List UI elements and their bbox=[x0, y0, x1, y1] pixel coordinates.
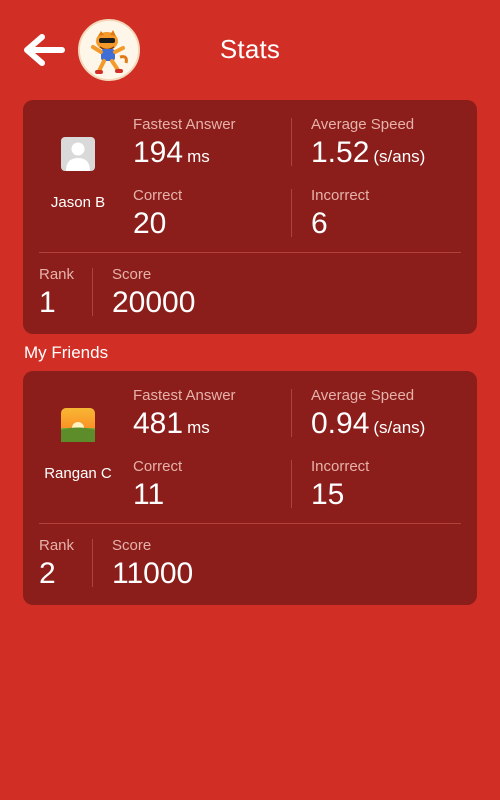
divider bbox=[92, 268, 93, 316]
incorrect-label: Incorrect bbox=[311, 458, 370, 475]
correct-stat: Correct 11 bbox=[133, 458, 182, 512]
score-value: 11000 bbox=[112, 557, 194, 590]
incorrect-value: 6 bbox=[311, 207, 328, 240]
fastest-answer-stat: Fastest Answer 481 ms bbox=[133, 387, 236, 445]
average-speed-unit: (s/ans) bbox=[373, 147, 426, 166]
divider bbox=[39, 252, 461, 253]
friend-stats-card[interactable]: Rangan C Fastest Answer 481 ms Average Sp… bbox=[23, 371, 477, 605]
incorrect-label: Incorrect bbox=[311, 187, 370, 204]
correct-value: 11 bbox=[133, 478, 165, 511]
rank-stat: Rank 2 bbox=[39, 537, 74, 591]
user-info: Jason B bbox=[23, 100, 133, 250]
divider bbox=[291, 460, 292, 508]
average-speed-unit: (s/ans) bbox=[373, 418, 426, 437]
score-value: 20000 bbox=[112, 286, 196, 319]
average-speed-stat: Average Speed 0.94 (s/ans) bbox=[311, 387, 425, 445]
average-speed-value: 0.94 bbox=[311, 407, 370, 440]
average-speed-label: Average Speed bbox=[311, 387, 415, 404]
rank-value: 1 bbox=[39, 286, 56, 319]
score-stat: Score 11000 bbox=[112, 537, 193, 591]
rank-value: 2 bbox=[39, 557, 56, 590]
correct-stat: Correct 20 bbox=[133, 187, 182, 241]
incorrect-stat: Incorrect 15 bbox=[311, 458, 369, 512]
rank-stat: Rank 1 bbox=[39, 266, 74, 320]
sunset-photo-icon bbox=[61, 408, 95, 442]
my-stats-card: Jason B Fastest Answer 194 ms Average Spe… bbox=[23, 100, 477, 334]
correct-value: 20 bbox=[133, 207, 167, 240]
fastest-answer-value: 481 bbox=[133, 407, 184, 440]
fastest-answer-unit: ms bbox=[187, 418, 210, 437]
divider bbox=[39, 523, 461, 524]
fastest-answer-stat: Fastest Answer 194 ms bbox=[133, 116, 236, 174]
fastest-answer-unit: ms bbox=[187, 147, 210, 166]
rank-label: Rank bbox=[39, 266, 75, 283]
average-speed-stat: Average Speed 1.52 (s/ans) bbox=[311, 116, 425, 174]
section-title-friends: My Friends bbox=[24, 343, 109, 362]
correct-label: Correct bbox=[133, 458, 183, 475]
divider bbox=[291, 389, 292, 437]
header: Stats bbox=[0, 0, 500, 100]
divider bbox=[291, 118, 292, 166]
fastest-answer-value: 194 bbox=[133, 136, 184, 169]
default-user-icon bbox=[61, 137, 95, 171]
score-label: Score bbox=[112, 537, 152, 554]
divider bbox=[291, 189, 292, 237]
user-name: Jason B bbox=[50, 194, 106, 211]
friend-name: Rangan C bbox=[44, 465, 112, 482]
correct-label: Correct bbox=[133, 187, 183, 204]
score-label: Score bbox=[112, 266, 152, 283]
fastest-answer-label: Fastest Answer bbox=[133, 387, 236, 404]
page-title: Stats bbox=[219, 34, 281, 64]
incorrect-stat: Incorrect 6 bbox=[311, 187, 369, 241]
friend-info: Rangan C bbox=[23, 371, 133, 521]
incorrect-value: 15 bbox=[311, 478, 345, 511]
fastest-answer-label: Fastest Answer bbox=[133, 116, 236, 133]
average-speed-label: Average Speed bbox=[311, 116, 415, 133]
divider bbox=[92, 539, 93, 587]
average-speed-value: 1.52 bbox=[311, 136, 370, 169]
rank-label: Rank bbox=[39, 537, 75, 554]
score-stat: Score 20000 bbox=[112, 266, 195, 320]
